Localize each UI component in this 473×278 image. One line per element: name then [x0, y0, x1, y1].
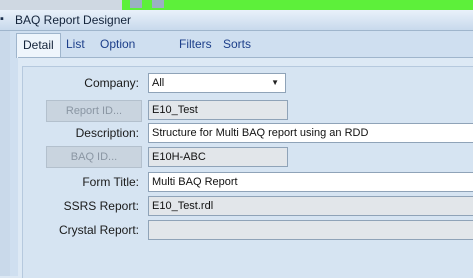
tab-label: Sorts	[223, 37, 252, 51]
report-id-button[interactable]: Report ID...	[46, 100, 142, 122]
window-title: BAQ Report Designer	[15, 13, 132, 27]
tab-filters[interactable]: Filters	[179, 33, 212, 56]
toolbar-grip-icon[interactable]	[152, 0, 164, 8]
company-select[interactable]: All ▼	[148, 73, 286, 93]
tab-detail[interactable]: Detail	[16, 33, 61, 58]
form-title-field[interactable]: Multi BAQ Report	[148, 172, 473, 192]
detail-tab-content: Company: All ▼ Report ID... E10_Test Des…	[18, 57, 473, 278]
highlight-bar	[122, 0, 473, 10]
tab-option-fields[interactable]: Option Fields	[100, 33, 135, 74]
description-field[interactable]: Structure for Multi BAQ report using an …	[148, 123, 473, 143]
form-area: Company: All ▼ Report ID... E10_Test Des…	[22, 66, 473, 278]
tab-label: Filters	[179, 37, 212, 51]
tab-list[interactable]: List	[66, 33, 85, 56]
tab-label: List	[66, 37, 85, 51]
crystal-report-label: Crystal Report:	[58, 223, 139, 237]
company-label: Company:	[84, 76, 139, 90]
pin-icon[interactable]: ▪	[0, 13, 4, 25]
company-value: All	[152, 77, 165, 89]
baq-id-field[interactable]: E10H-ABC	[148, 147, 288, 167]
left-dock-strip	[0, 31, 10, 276]
description-label: Description:	[75, 126, 139, 140]
top-toolbar-strip	[0, 0, 473, 10]
ssrs-report-field[interactable]: E10_Test.rdl	[148, 196, 473, 216]
toolbar-grip-icon[interactable]	[130, 0, 142, 8]
window-titlebar: ▪ BAQ Report Designer	[0, 10, 473, 31]
ssrs-report-label: SSRS Report:	[63, 199, 139, 213]
report-id-field[interactable]: E10_Test	[148, 100, 288, 120]
tab-label: Detail	[23, 38, 54, 52]
baq-id-button[interactable]: BAQ ID...	[46, 146, 142, 168]
chevron-down-icon[interactable]: ▼	[271, 74, 279, 92]
tab-sorts[interactable]: Sorts	[223, 33, 251, 56]
crystal-report-field[interactable]	[148, 220, 473, 240]
form-title-label: Form Title:	[82, 175, 139, 189]
